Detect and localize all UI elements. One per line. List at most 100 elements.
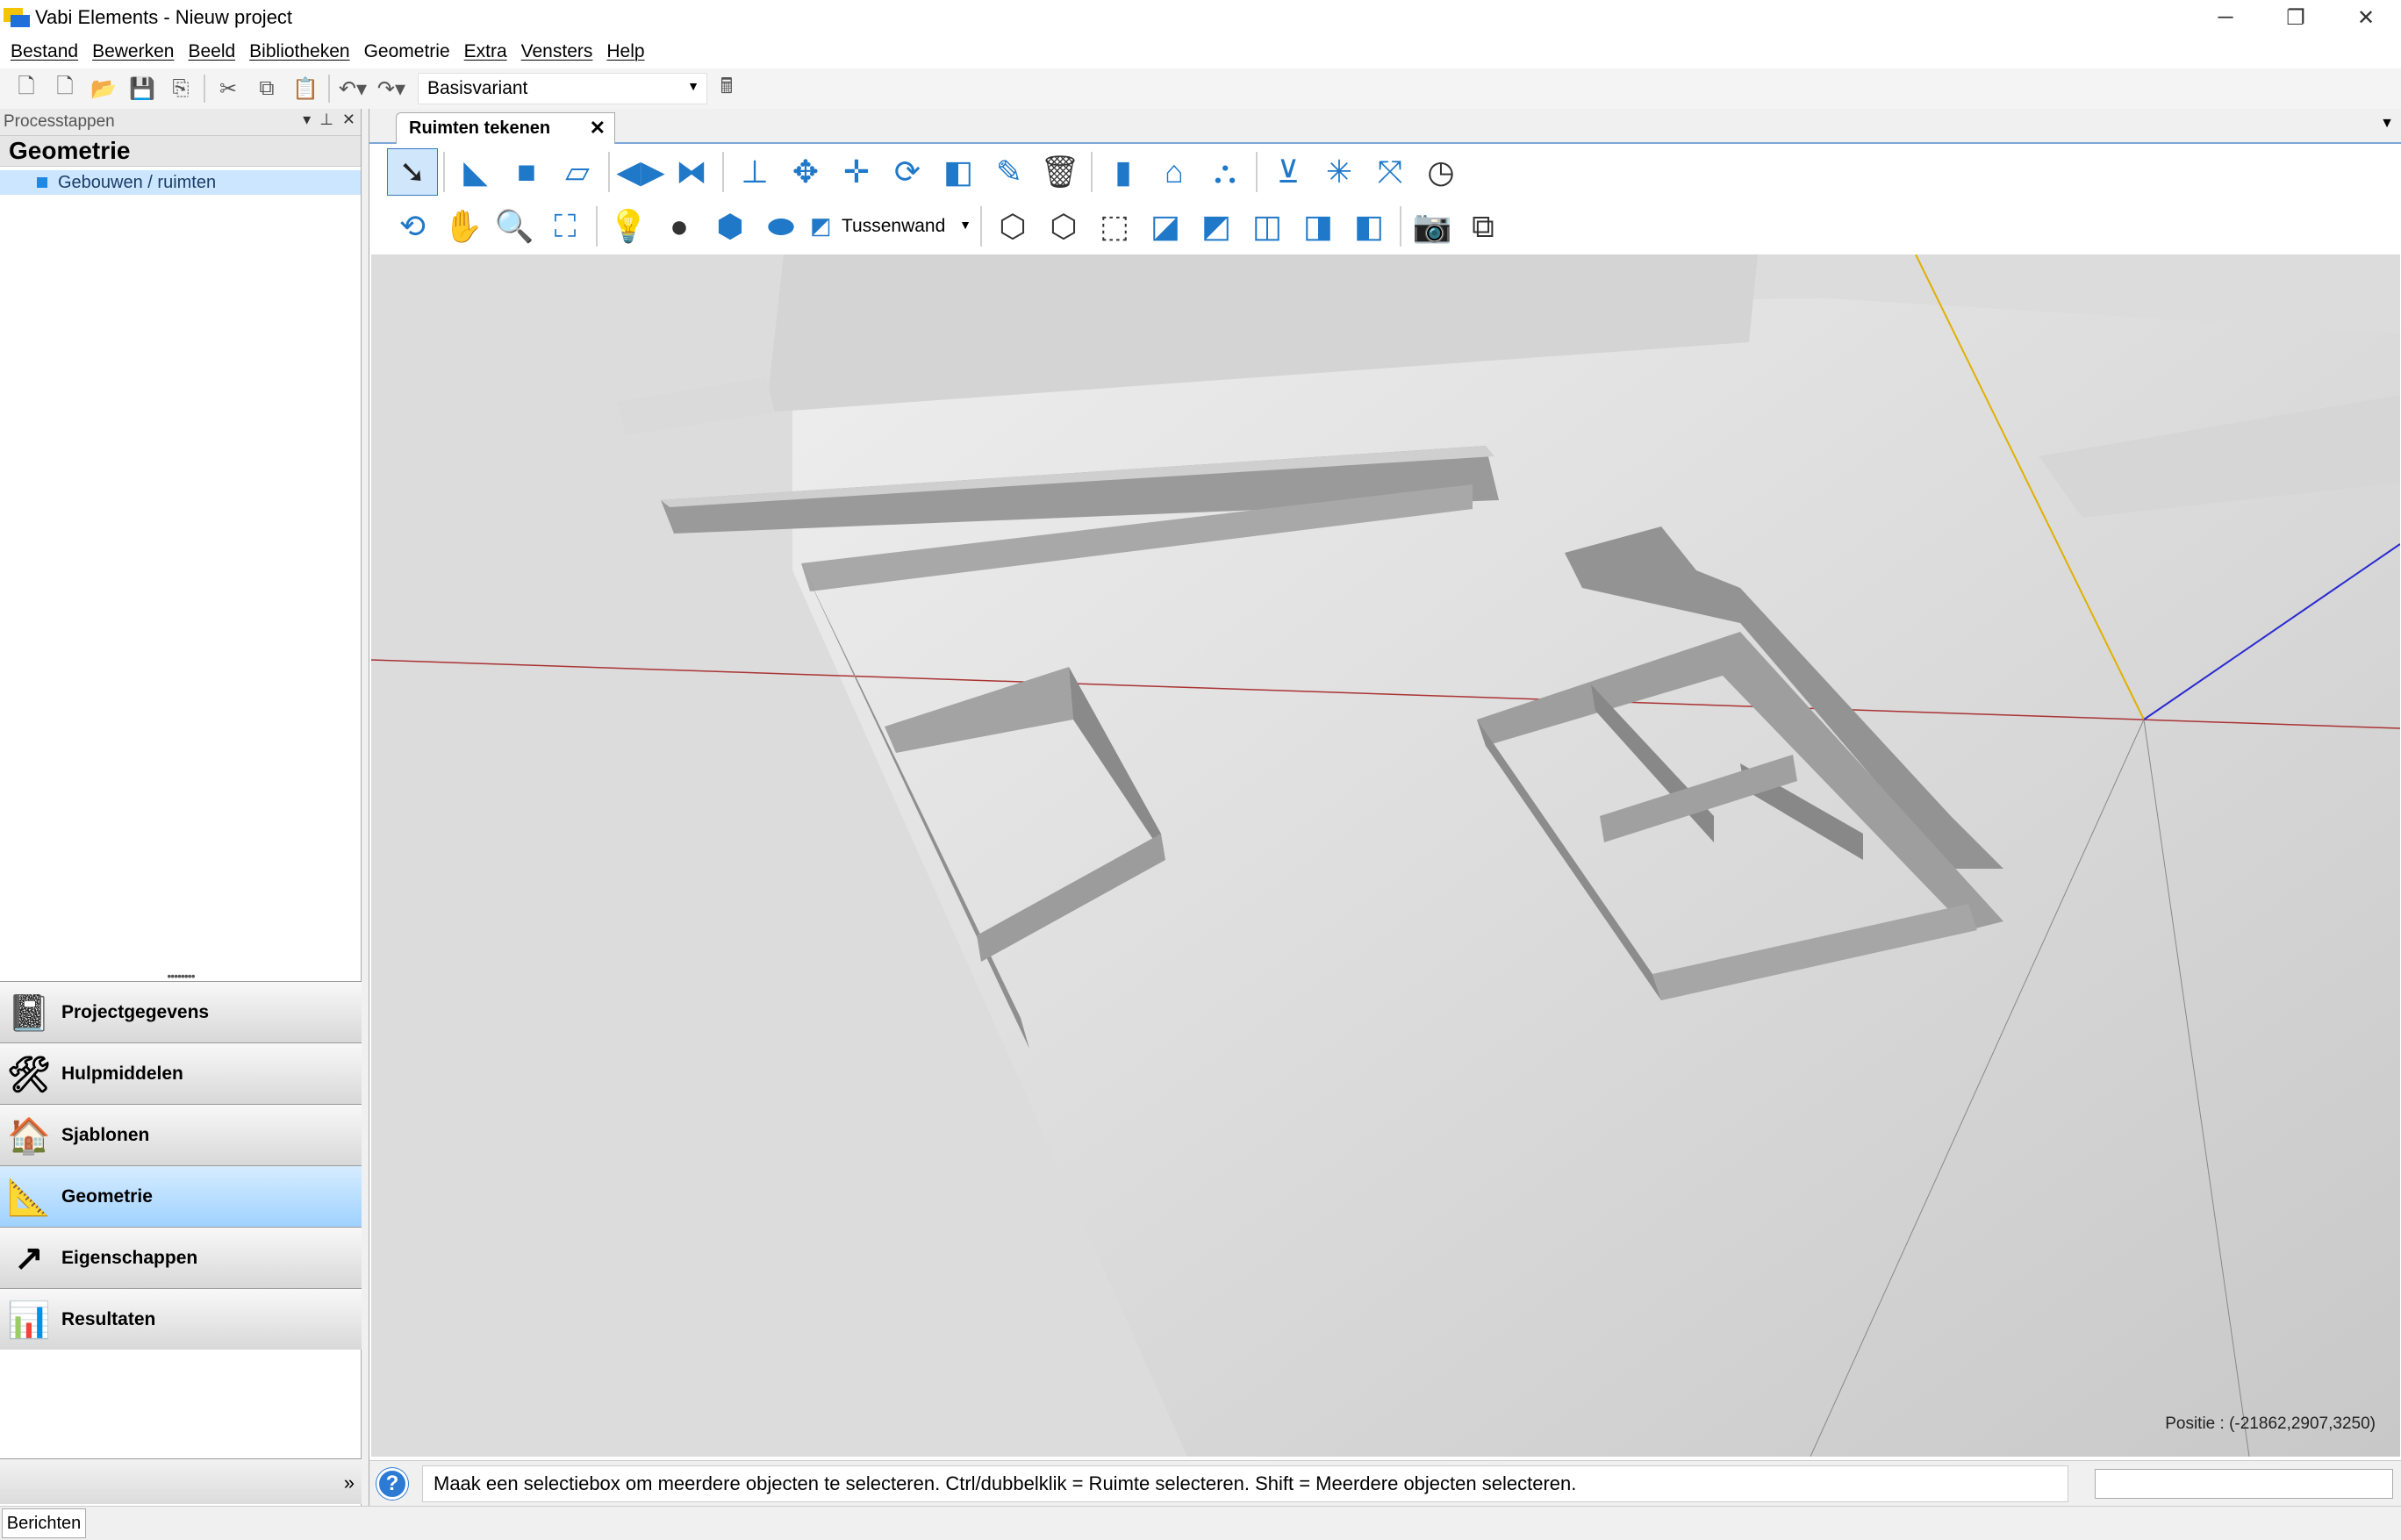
variant-value: Basisvariant <box>427 78 528 98</box>
view-top-icon[interactable]: ⬚ <box>1089 203 1140 250</box>
toolbar-separator <box>204 75 205 103</box>
open-icon[interactable]: 📂 <box>84 71 123 106</box>
copy-icon[interactable]: ⧉ <box>247 71 286 106</box>
menu-vensters[interactable]: Vensters <box>514 41 600 62</box>
draw-lshape-icon[interactable]: ◣ <box>450 148 501 196</box>
snap-icon[interactable]: ✳ <box>1314 148 1365 196</box>
nav-projectgegevens[interactable]: 📓 Projectgegevens <box>0 981 362 1042</box>
pin-icon[interactable]: ⊥ <box>319 111 333 129</box>
edit-icon[interactable]: ✎ <box>984 148 1035 196</box>
measure-icon[interactable]: ⊻ <box>1263 148 1314 196</box>
view-persp-icon[interactable]: ◧ <box>1344 203 1394 250</box>
redo-icon[interactable]: ↷▾ <box>372 71 411 106</box>
window-title: Vabi Elements - Nieuw project <box>35 6 293 28</box>
tools-row-1: ➘ ◣ ■ ▱ ◀▶ ⧓ ⊥ ✥ ✛ ⟳ ◧ ✎ 🗑 ▮ ⌂ ⛬ ⊻ ✳ ⤧ ◷ <box>369 146 1466 198</box>
document-area: Ruimten tekenen ✕ ▼ ➘ ◣ ■ ▱ ◀▶ ⧓ ⊥ ✥ ✛ ⟳… <box>369 109 2401 1506</box>
light-off-icon[interactable]: ● <box>654 203 705 250</box>
panel-header-label: Processtappen <box>4 112 115 131</box>
menu-bestand[interactable]: Bestand <box>4 41 85 62</box>
light-on-icon[interactable]: 💡 <box>603 203 654 250</box>
draw-rect-icon[interactable]: ■ <box>501 148 552 196</box>
door-icon[interactable]: ▮ <box>1098 148 1149 196</box>
extrude-icon[interactable]: ⊥ <box>729 148 780 196</box>
tree-item-gebouwen-ruimten[interactable]: Gebouwen / ruimten <box>0 170 361 195</box>
3d-viewport[interactable]: Positie : (-21862,2907,3250) <box>371 254 2400 1457</box>
toolbar-separator <box>443 152 445 192</box>
nav-geometrie[interactable]: 📐 Geometrie <box>0 1165 362 1227</box>
status-progress-box <box>2095 1468 2393 1499</box>
tab-berichten[interactable]: Berichten <box>2 1508 86 1538</box>
toolbar-separator <box>722 152 724 192</box>
nav-eigenschappen[interactable]: ↗ Eigenschappen <box>0 1227 362 1288</box>
menu-extra[interactable]: Extra <box>457 41 514 62</box>
face-type-dropdown[interactable]: ◩ Tussenwand ▼ <box>806 209 975 244</box>
new-icon[interactable]: 🗋 <box>7 71 46 106</box>
nav-sjablonen[interactable]: 🏠 Sjablonen <box>0 1104 362 1165</box>
rotate-icon[interactable]: ⟳ <box>882 148 933 196</box>
menu-help[interactable]: Help <box>599 41 651 62</box>
template-icon: 🏠 <box>7 1116 51 1156</box>
panel-close-icon[interactable]: ✕ <box>342 111 355 129</box>
split-icon[interactable]: ◀▶ <box>615 148 666 196</box>
status-message: Maak een selectiebox om meerdere objecte… <box>422 1465 2068 1502</box>
view-right-icon[interactable]: ◪ <box>1140 203 1191 250</box>
move-copy-icon[interactable]: ✛ <box>831 148 882 196</box>
notebook-icon: 📓 <box>7 993 51 1033</box>
tab-ruimten-tekenen[interactable]: Ruimten tekenen ✕ <box>396 112 615 144</box>
zoom-extents-icon[interactable]: ⛶ <box>540 203 591 250</box>
variant-dropdown[interactable]: Basisvariant ▼ <box>418 73 707 104</box>
panel-splitter[interactable]: •••••••• <box>0 969 362 983</box>
view-left-icon[interactable]: ◩ <box>1191 203 1242 250</box>
select-icon[interactable]: ➘ <box>387 148 438 196</box>
pan-icon[interactable]: ✋ <box>438 203 489 250</box>
mirror-icon[interactable]: ◧ <box>933 148 984 196</box>
zoom-icon[interactable]: 🔍 <box>489 203 540 250</box>
view-back-icon[interactable]: ◫ <box>1242 203 1293 250</box>
camera-icon[interactable]: 📷 <box>1407 203 1458 250</box>
nav-hulpmiddelen[interactable]: 🛠 Hulpmiddelen <box>0 1042 362 1104</box>
nav-label: Resultaten <box>61 1308 156 1329</box>
menu-bibliotheken[interactable]: Bibliotheken <box>242 41 356 62</box>
draw-polygon-icon[interactable]: ▱ <box>552 148 603 196</box>
help-icon[interactable]: ? <box>376 1467 408 1500</box>
floor-view-icon[interactable]: ⬬ <box>756 203 806 250</box>
delete-icon[interactable]: 🗑 <box>1035 148 1086 196</box>
solid-view-icon[interactable]: ⬢ <box>705 203 756 250</box>
screenshot-icon[interactable]: ⧉ <box>1458 203 1509 250</box>
menu-geometrie[interactable]: Geometrie <box>357 41 457 62</box>
toolbar-separator <box>608 152 610 192</box>
expand-chevron-icon[interactable]: » <box>344 1472 355 1494</box>
view-bottom-icon[interactable]: ◨ <box>1293 203 1344 250</box>
paste-icon[interactable]: 📋 <box>286 71 325 106</box>
orbit-icon[interactable]: ⟲ <box>387 203 438 250</box>
view-iso-icon[interactable]: ⬡ <box>987 203 1038 250</box>
tab-menu-icon[interactable]: ▼ <box>2380 116 2394 132</box>
merge-icon[interactable]: ⧓ <box>666 148 717 196</box>
close-button[interactable]: ✕ <box>2331 0 2401 35</box>
clock-icon[interactable]: ◷ <box>1416 148 1466 196</box>
menu-bewerken[interactable]: Bewerken <box>85 41 181 62</box>
tools-icon: 🛠 <box>6 1055 52 1094</box>
nav-footer: » <box>0 1458 362 1504</box>
panel-dropdown-icon[interactable]: ▾ <box>303 111 311 129</box>
process-steps-panel: Processtappen ▾ ⊥ ✕ Geometrie Gebouwen /… <box>0 109 362 1506</box>
undo-icon[interactable]: ↶▾ <box>333 71 372 106</box>
view-front-icon[interactable]: ⬡ <box>1038 203 1089 250</box>
axis-icon[interactable]: ⤧ <box>1365 148 1416 196</box>
tab-close-icon[interactable]: ✕ <box>590 117 606 140</box>
menu-beeld[interactable]: Beeld <box>181 41 242 62</box>
restore-button[interactable]: ❐ <box>2261 0 2331 35</box>
minimize-button[interactable]: ─ <box>2190 0 2261 35</box>
save-icon[interactable]: 💾 <box>123 71 161 106</box>
move-icon[interactable]: ✥ <box>780 148 831 196</box>
nav-resultaten[interactable]: 📊 Resultaten <box>0 1288 362 1350</box>
nav-label: Sjablonen <box>61 1124 150 1145</box>
tools-row-2: ⟲ ✋ 🔍 ⛶ 💡 ● ⬢ ⬬ ◩ Tussenwand ▼ ⬡ ⬡ ⬚ ◪ ◩… <box>369 200 1509 253</box>
nav-label: Projectgegevens <box>61 1001 210 1022</box>
roof-icon[interactable]: ⌂ <box>1149 148 1200 196</box>
group-icon[interactable]: ⛬ <box>1200 148 1251 196</box>
save-as-icon[interactable]: ⎘ <box>161 71 200 106</box>
cut-icon[interactable]: ✂ <box>209 71 247 106</box>
calculator-icon[interactable]: 🖩 <box>707 71 746 106</box>
new-from-template-icon[interactable]: 🗋 <box>46 71 84 106</box>
